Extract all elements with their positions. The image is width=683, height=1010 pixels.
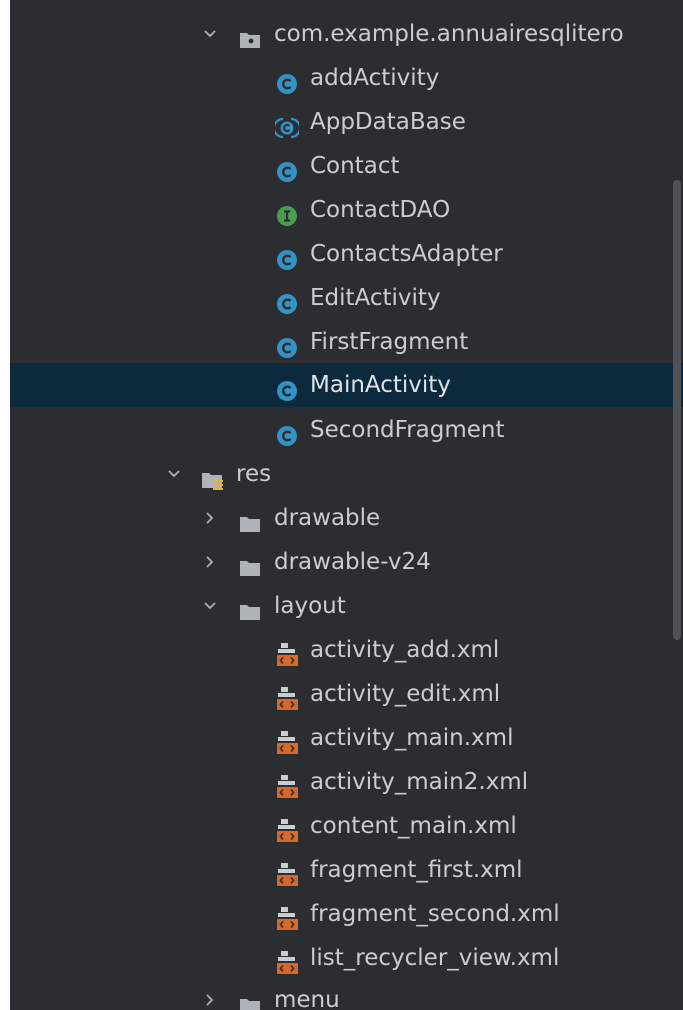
tree-label: activity_main2.xml [310, 769, 529, 795]
tree-label: addActivity [310, 65, 440, 91]
folder-icon [238, 595, 262, 620]
tree-label: ContactsAdapter [310, 241, 503, 267]
interface-icon [275, 199, 299, 226]
vertical-scrollbar[interactable] [669, 0, 683, 1010]
chevron-right-icon[interactable] [200, 540, 220, 584]
tree-row-package[interactable]: com.example.annuairesqlitero [10, 12, 683, 56]
tree-label: fragment_first.xml [310, 857, 523, 883]
tree-row-folder[interactable]: menu [10, 978, 683, 1010]
layout-xml-icon [275, 903, 299, 930]
layout-xml-icon [275, 771, 299, 798]
class-icon [275, 243, 299, 270]
tree-row-layout-file[interactable]: content_main.xml [10, 804, 683, 848]
tree-label: list_recycler_view.xml [310, 945, 560, 971]
class-icon [275, 67, 299, 94]
tree-row-class[interactable]: AppDataBase [10, 100, 683, 144]
tree-row-class[interactable]: SecondFragment [10, 408, 683, 452]
chevron-down-icon[interactable] [200, 584, 220, 628]
tree-label: com.example.annuairesqlitero [274, 21, 624, 47]
tree-row-class[interactable]: Contact [10, 144, 683, 188]
tree-row-class[interactable]: EditActivity [10, 276, 683, 320]
tree-label: res [236, 461, 272, 487]
tree-label: menu [274, 987, 340, 1010]
tree-label: ContactDAO [310, 197, 451, 223]
chevron-right-icon[interactable] [200, 978, 220, 1010]
tree-label: MainActivity [310, 372, 451, 398]
tree-label: content_main.xml [310, 813, 517, 839]
tree-row-layout-file[interactable]: list_recycler_view.xml [10, 936, 683, 980]
tree-row-class-selected[interactable]: MainActivity [10, 363, 683, 407]
scrollbar-thumb[interactable] [673, 180, 681, 640]
layout-xml-icon [275, 683, 299, 710]
folder-icon [238, 551, 262, 576]
abstract-class-icon [272, 111, 302, 139]
layout-xml-icon [275, 727, 299, 754]
class-icon [275, 331, 299, 358]
tree-row-layout-file[interactable]: fragment_first.xml [10, 848, 683, 892]
tree-label: AppDataBase [310, 109, 466, 135]
tree-row-layout-file[interactable]: activity_add.xml [10, 628, 683, 672]
layout-xml-icon [275, 859, 299, 886]
class-icon [275, 374, 299, 401]
class-icon [275, 155, 299, 182]
tree-row-folder[interactable]: drawable [10, 496, 683, 540]
tree-label: activity_add.xml [310, 637, 500, 663]
resource-folder-icon [200, 463, 224, 490]
tree-row-layout-file[interactable]: activity_edit.xml [10, 672, 683, 716]
layout-xml-icon [275, 815, 299, 842]
folder-icon [238, 507, 262, 532]
tree-row-res[interactable]: res [10, 452, 683, 496]
tree-label: drawable-v24 [274, 549, 431, 575]
class-icon [275, 419, 299, 446]
class-icon [275, 287, 299, 314]
layout-xml-icon [275, 947, 299, 974]
tree-label: layout [274, 593, 346, 619]
tree-row-layout-file[interactable]: fragment_second.xml [10, 892, 683, 936]
tree-row-class[interactable]: FirstFragment [10, 320, 683, 364]
tree-label: Contact [310, 153, 400, 179]
tree-row-class[interactable]: ContactsAdapter [10, 232, 683, 276]
package-icon [238, 23, 262, 48]
chevron-right-icon[interactable] [200, 496, 220, 540]
tree-row-folder[interactable]: drawable-v24 [10, 540, 683, 584]
tree-label: SecondFragment [310, 417, 505, 443]
tree-row-folder[interactable]: layout [10, 584, 683, 628]
tree-label: fragment_second.xml [310, 901, 560, 927]
tree-label: activity_main.xml [310, 725, 514, 751]
tree-row-class[interactable]: addActivity [10, 56, 683, 100]
tree-label: EditActivity [310, 285, 441, 311]
chevron-down-icon[interactable] [164, 452, 184, 496]
tree-row-layout-file[interactable]: activity_main2.xml [10, 760, 683, 804]
tree-label: activity_edit.xml [310, 681, 501, 707]
tree-label: drawable [274, 505, 381, 531]
layout-xml-icon [275, 639, 299, 666]
folder-icon [238, 989, 262, 1010]
chevron-down-icon[interactable] [200, 12, 220, 56]
tree-label: FirstFragment [310, 329, 469, 355]
tree-row-layout-file[interactable]: activity_main.xml [10, 716, 683, 760]
project-tree-panel: com.example.annuairesqlitero addActivity… [10, 0, 683, 1010]
tree-row-interface[interactable]: ContactDAO [10, 188, 683, 232]
